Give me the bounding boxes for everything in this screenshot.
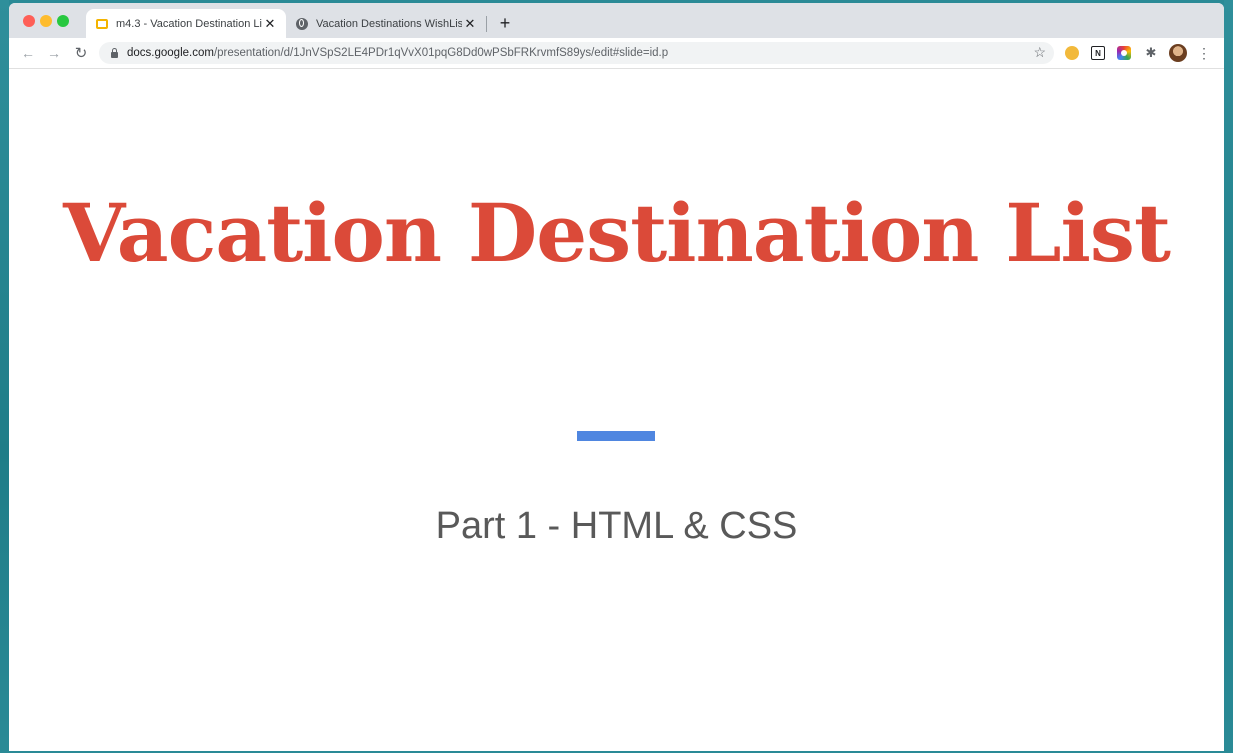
url-text[interactable]: docs.google.com/presentation/d/1JnVSpS2L…	[127, 47, 668, 59]
tab-strip: m4.3 - Vacation Destination Li ✕ Vacatio…	[9, 3, 1224, 38]
back-arrow-icon[interactable]: ←	[19, 44, 37, 62]
forward-arrow-icon[interactable]: →	[45, 44, 63, 62]
browser-toolbar: ← → ↻ docs.google.com/presentation/d/1Jn…	[9, 38, 1224, 69]
new-tab-button[interactable]: +	[495, 13, 515, 33]
tab-slides[interactable]: m4.3 - Vacation Destination Li ✕	[86, 9, 286, 38]
desktop-background-left	[0, 0, 9, 753]
browser-window: m4.3 - Vacation Destination Li ✕ Vacatio…	[9, 3, 1224, 751]
slide-title: Vacation Destination List	[63, 186, 1171, 280]
reload-icon[interactable]: ↻	[72, 44, 90, 62]
tab-title: m4.3 - Vacation Destination Li	[116, 17, 262, 30]
colorpicker-extension-icon[interactable]	[1117, 46, 1131, 60]
lock-icon	[111, 48, 118, 58]
tab-separator	[486, 16, 487, 32]
tab-wishlist[interactable]: Vacation Destinations WishList ✕	[286, 9, 486, 38]
bookmark-star-icon[interactable]: ☆	[1033, 44, 1046, 61]
tab-close-icon[interactable]: ✕	[262, 16, 278, 32]
window-minimize-button[interactable]	[40, 15, 52, 27]
tab-title: Vacation Destinations WishList	[316, 17, 462, 30]
address-bar[interactable]: docs.google.com/presentation/d/1JnVSpS2L…	[99, 42, 1054, 64]
tab-close-icon[interactable]: ✕	[462, 16, 478, 32]
notion-extension-icon[interactable]: N	[1091, 46, 1105, 60]
profile-avatar[interactable]	[1169, 44, 1187, 62]
accent-bar	[577, 431, 655, 441]
globe-icon	[296, 17, 308, 30]
slides-icon	[96, 18, 108, 29]
window-close-button[interactable]	[23, 15, 35, 27]
more-menu-icon[interactable]: ⋮	[1197, 44, 1211, 62]
puzzle-extensions-icon[interactable]: ✱	[1144, 45, 1158, 60]
desktop-background-right	[1224, 0, 1233, 753]
coin-extension-icon[interactable]	[1065, 46, 1079, 60]
url-path: /presentation/d/1JnVSpS2LE4PDr1qVvX01pqG…	[213, 47, 669, 59]
slide-canvas: Vacation Destination List Part 1 - HTML …	[9, 69, 1224, 751]
url-host: docs.google.com	[127, 47, 214, 59]
slide-subtitle: Part 1 - HTML & CSS	[435, 505, 798, 547]
window-maximize-button[interactable]	[57, 15, 69, 27]
